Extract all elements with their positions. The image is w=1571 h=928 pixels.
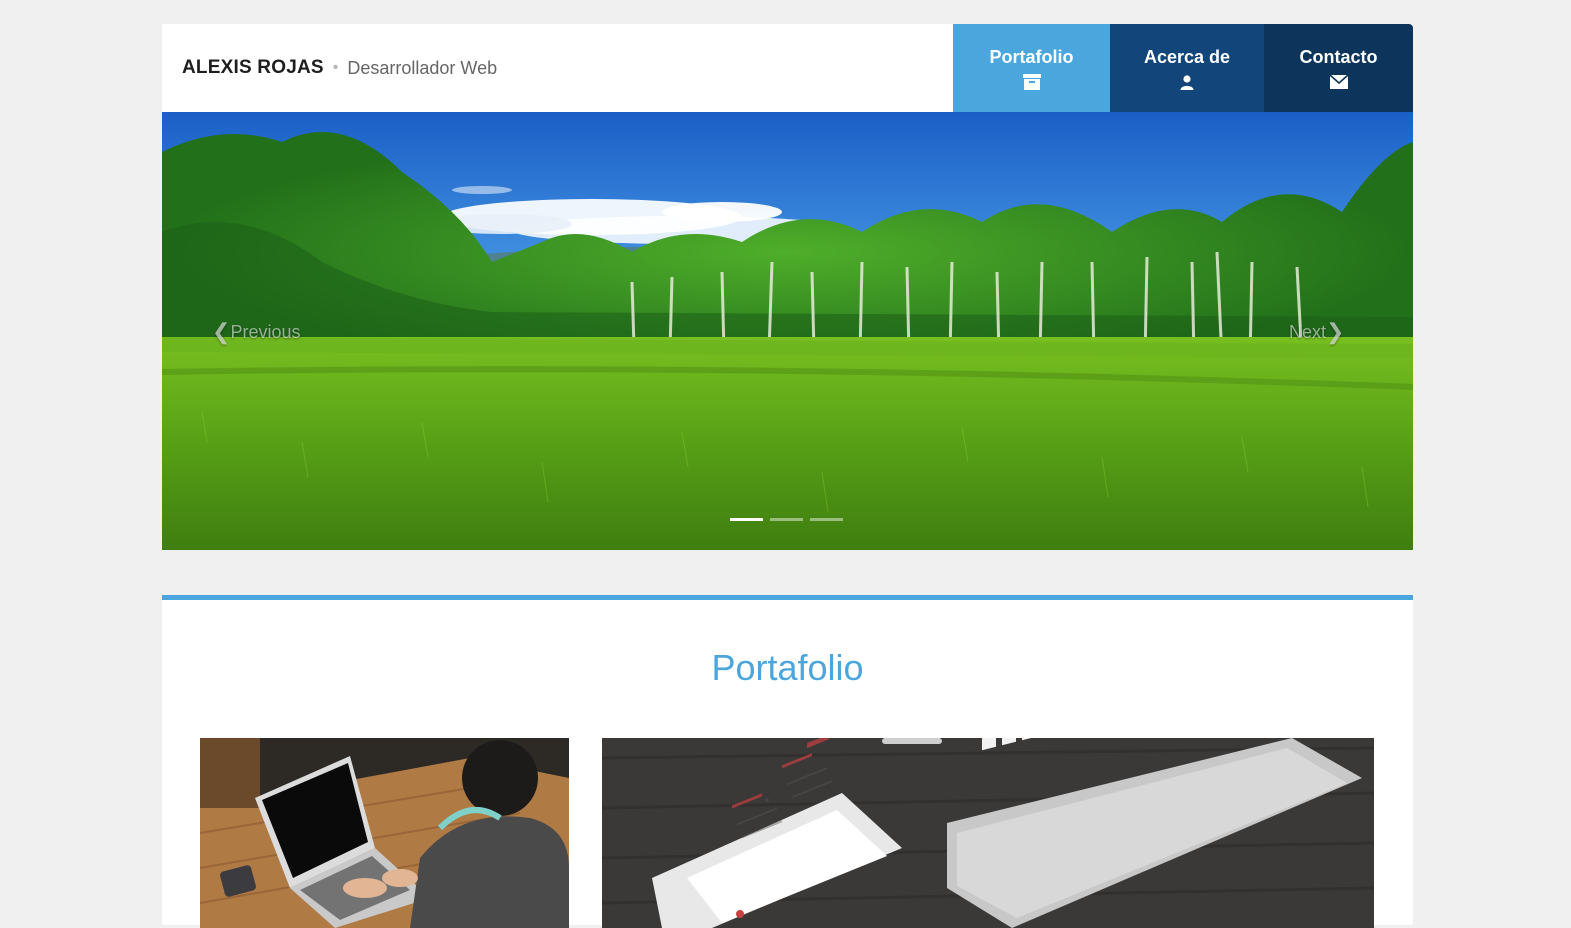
archive-icon (1022, 74, 1041, 90)
nav-portfolio-label: Portafolio (989, 47, 1074, 67)
brand-separator: • (332, 59, 339, 76)
page-container: ALEXIS ROJAS • Desarrollador Web Portafo… (162, 24, 1413, 550)
laptop-photo (200, 738, 569, 928)
hero-carousel[interactable]: ❮ Previous Next ❯ (162, 112, 1413, 550)
chevron-right-icon: ❯ (1326, 319, 1345, 344)
carousel-prev-button[interactable]: ❮ Previous (212, 319, 300, 345)
envelope-icon (1329, 74, 1348, 90)
chevron-left-icon: ❮ (212, 319, 231, 344)
portfolio-section: Portafolio (162, 595, 1413, 928)
carousel-indicator-3[interactable] (810, 518, 843, 521)
carousel-next-label: Next (1289, 321, 1327, 342)
portfolio-title: Portafolio (711, 647, 864, 688)
portfolio-item-laptop[interactable] (200, 738, 569, 928)
carousel-indicator-2[interactable] (770, 518, 803, 521)
main-nav: Portafolio Acerca de Contacto (953, 24, 1413, 112)
nav-portfolio[interactable]: Portafolio (953, 24, 1110, 112)
carousel-indicator-1[interactable] (730, 518, 763, 521)
portfolio-item-tablet-keyboard[interactable] (602, 738, 1374, 928)
carousel-prev-label: Previous (230, 321, 301, 342)
nav-contact[interactable]: Contacto (1264, 24, 1413, 112)
user-icon (1180, 74, 1194, 90)
nav-about[interactable]: Acerca de (1110, 24, 1264, 112)
tablet-keyboard-photo (602, 738, 1374, 928)
carousel-indicators (730, 518, 843, 521)
brand-name: ALEXIS ROJAS (182, 57, 324, 78)
carousel-slide-image (162, 112, 1413, 550)
nav-about-label: Acerca de (1143, 47, 1231, 67)
site-header: ALEXIS ROJAS • Desarrollador Web Portafo… (162, 24, 1413, 112)
brand[interactable]: ALEXIS ROJAS • Desarrollador Web (162, 24, 953, 112)
brand-role: Desarrollador Web (347, 57, 498, 78)
carousel-next-button[interactable]: Next ❯ (1289, 319, 1344, 345)
nav-contact-label: Contacto (1299, 47, 1378, 67)
